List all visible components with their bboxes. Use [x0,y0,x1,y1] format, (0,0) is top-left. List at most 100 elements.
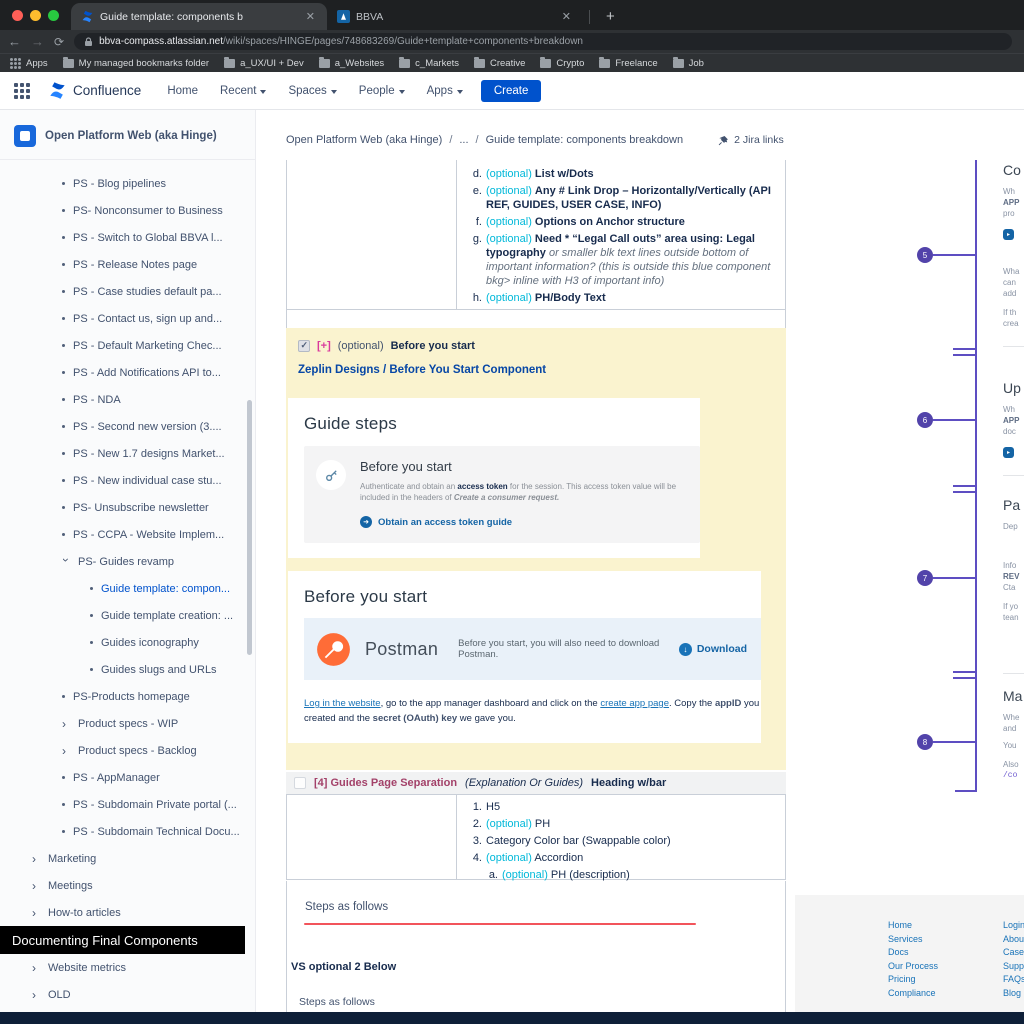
confluence-logo[interactable]: Confluence [48,81,141,100]
footer-link[interactable]: Compliance [888,987,938,1001]
bookmark-folder[interactable]: c_Markets [399,58,459,69]
sidebar-item[interactable]: ›Product specs - Backlog [0,737,255,764]
close-tab-icon[interactable]: ✕ [560,10,573,23]
access-token-guide-link[interactable]: ➜ Obtain an access token guide [360,516,684,528]
inline-link[interactable]: Log in the website [304,698,381,709]
browser-tab-bbva[interactable]: BBVA ✕ [327,3,583,30]
footer-link[interactable]: Pricing [888,973,938,987]
maximize-window-button[interactable] [48,10,59,21]
bookmark-folder[interactable]: a_UX/UI + Dev [224,58,304,69]
footer-link[interactable]: Our Process [888,960,938,974]
sidebar-item[interactable]: PS- Unsubscribe newsletter [0,494,255,521]
new-tab-button[interactable]: + [600,8,621,25]
bookmark-folder[interactable]: Job [673,58,704,69]
footer-link[interactable]: Services [888,933,938,947]
sidebar-item[interactable]: Guides slugs and URLs [0,656,255,683]
footer-link[interactable]: Support [1003,960,1024,974]
postman-banner: Postman Before you start, you will also … [304,618,761,680]
breadcrumb-space-link[interactable]: Open Platform Web (aka Hinge) [286,134,442,146]
sidebar-item[interactable]: PS- Nonconsumer to Business [0,197,255,224]
section4-table: 1.H52.(optional) PH3.Category Color bar … [286,794,786,880]
sidebar-item[interactable]: ›OLD [0,981,255,1008]
sidebar-item[interactable]: PS - NDA [0,386,255,413]
sidebar-item[interactable]: ›Website metrics [0,954,255,981]
space-header[interactable]: Open Platform Web (aka Hinge) [0,110,255,160]
sidebar-item[interactable]: PS - Contact us, sign up and... [0,305,255,332]
bullet-icon [62,830,65,833]
timeline-connector [933,741,975,743]
close-window-button[interactable] [12,10,23,21]
sidebar-item[interactable]: PS - Case studies default pa... [0,278,255,305]
sidebar-item[interactable]: PS - Subdomain Technical Docu... [0,818,255,845]
nav-home[interactable]: Home [167,85,198,97]
breadcrumb-ellipsis[interactable]: ... [459,134,468,146]
bookmark-folder[interactable]: Freelance [599,58,657,69]
sidebar-item[interactable]: ›How-to articles [0,899,255,926]
zeplin-designs-link[interactable]: Zeplin Designs / Before You Start Compon… [298,364,546,376]
checkbox-unchecked[interactable] [294,777,306,789]
sidebar-item[interactable]: ›Marketing [0,845,255,872]
bookmark-folder[interactable]: a_Websites [319,58,384,69]
apps-bookmark[interactable]: Apps [10,58,48,69]
footer-link[interactable]: Login [1003,919,1024,933]
jira-links[interactable]: 2 Jira links [718,134,784,146]
checkbox-checked[interactable] [298,340,310,352]
browser-toolbar: ← → ⟳ bbva-compass.atlassian.net/wiki/sp… [0,30,1024,53]
sidebar-item[interactable]: PS - CCPA - Website Implem... [0,521,255,548]
footer-link[interactable]: FAQs [1003,973,1024,987]
footer-link[interactable]: Home [888,919,938,933]
footer-link[interactable]: Docs [888,946,938,960]
sidebar-item[interactable]: Guide template creation: ... [0,602,255,629]
footer-link[interactable]: Blog [1003,987,1024,1001]
breadcrumb-page-link[interactable]: Guide template: components breakdown [486,134,684,146]
sidebar-item[interactable]: ›Meetings [0,872,255,899]
bullet-icon [62,506,65,509]
bookmark-folder[interactable]: Crypto [540,58,584,69]
sidebar-scrollbar[interactable] [247,400,252,655]
step-heading: Before you start [360,459,684,474]
minimize-window-button[interactable] [30,10,41,21]
forward-button[interactable]: → [31,35,44,48]
browser-tab-active[interactable]: Guide template: components b ✕ [71,3,327,30]
footer-link[interactable]: About O [1003,933,1024,947]
bookmark-folder[interactable]: Creative [474,58,525,69]
app-switcher-icon[interactable] [14,83,30,99]
download-circle-icon: ↓ [679,643,692,656]
sidebar-item[interactable]: PS - New individual case stu... [0,467,255,494]
right-divider [1003,673,1024,674]
bookmark-folder[interactable]: My managed bookmarks folder [63,58,209,69]
sidebar-item[interactable]: PS - Second new version (3.... [0,413,255,440]
sidebar-item[interactable]: PS - Release Notes page [0,251,255,278]
download-link[interactable]: ↓ Download [679,643,747,656]
sidebar-item[interactable]: PS - Add Notifications API to... [0,359,255,386]
close-tab-icon[interactable]: ✕ [304,10,317,23]
sidebar-item[interactable]: PS - Switch to Global BBVA l... [0,224,255,251]
apps-grid-icon [10,58,21,69]
step-body: Authenticate and obtain an access token … [360,481,705,503]
nav-people[interactable]: People [359,85,405,97]
reload-button[interactable]: ⟳ [54,35,64,49]
sidebar-item[interactable]: PS - Default Marketing Chec... [0,332,255,359]
footer-link[interactable]: Case St [1003,946,1024,960]
sidebar-item-active[interactable]: Guide template: compon... [0,575,255,602]
create-button[interactable]: Create [481,80,542,102]
nav-apps[interactable]: Apps [427,85,463,97]
nav-recent[interactable]: Recent [220,85,266,97]
sidebar-item[interactable]: PS-Products homepage [0,683,255,710]
sidebar-item[interactable]: ›Product specs - WIP [0,710,255,737]
folder-icon [319,59,330,68]
nav-spaces[interactable]: Spaces [288,85,336,97]
sidebar-item[interactable]: PS - Blog pipelines [0,170,255,197]
bullet-icon [62,776,65,779]
sidebar-item[interactable]: Guides iconography [0,629,255,656]
chevron-down-icon [457,90,463,94]
back-button[interactable]: ← [8,35,21,48]
tab-divider [589,10,590,24]
address-bar[interactable]: bbva-compass.atlassian.net/wiki/spaces/H… [74,33,1012,50]
sidebar-item[interactable]: ›PS- Guides revamp [0,548,255,575]
sidebar-item[interactable]: PS - New 1.7 designs Market... [0,440,255,467]
sidebar-item[interactable]: PS - AppManager [0,764,255,791]
sidebar-item[interactable]: PS - Subdomain Private portal (... [0,791,255,818]
inline-link[interactable]: create app page [600,698,669,709]
jira-pin-icon [718,135,729,146]
